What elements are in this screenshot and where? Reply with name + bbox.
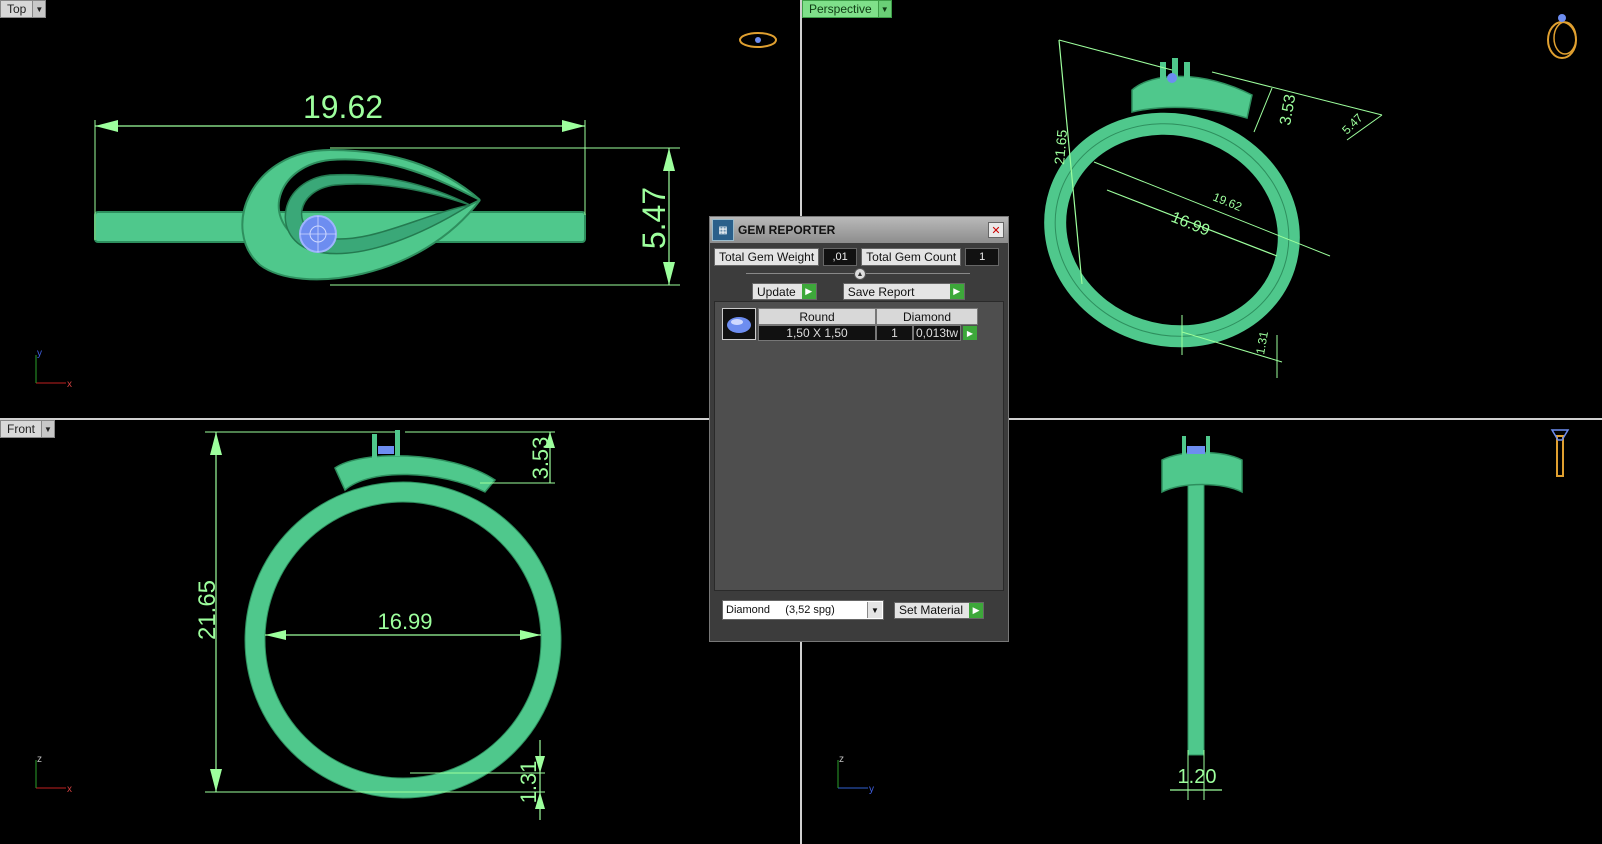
- gem-size: 1,50 X 1,50: [758, 325, 876, 341]
- dim-front-diameter: 16.99: [377, 609, 432, 634]
- gem-list: Round Diamond 1,50 X 1,50 1 0,013tw ▶: [714, 301, 1004, 591]
- total-gem-weight-value: ,01: [823, 248, 858, 266]
- dim-front-height: 21.65: [194, 580, 221, 640]
- update-button[interactable]: Update ▶: [752, 283, 817, 300]
- dim-persp-shank: 1.31: [1253, 330, 1271, 356]
- dim-front-top: 3.53: [528, 437, 553, 480]
- save-report-button[interactable]: Save Report ▶: [842, 283, 965, 300]
- collapse-handle[interactable]: ▲: [854, 268, 866, 280]
- svg-text:z: z: [839, 754, 844, 765]
- gem-reporter-titlebar[interactable]: ▦ GEM REPORTER ✕: [710, 217, 1008, 243]
- gem-weight: 0,013tw ▶: [913, 325, 977, 341]
- svg-text:x: x: [67, 784, 72, 795]
- go-arrow-icon[interactable]: ▶: [963, 326, 977, 340]
- ring-side-icon: [1550, 429, 1570, 477]
- gem-reporter-panel: ▦ GEM REPORTER ✕ Total Gem Weight ,01 To…: [709, 216, 1009, 642]
- svg-text:x: x: [67, 379, 72, 390]
- material-select[interactable]: Diamond (3,52 spg) ▼: [722, 600, 884, 620]
- go-arrow-icon: ▶: [801, 284, 816, 299]
- dim-persp-top: 3.53: [1277, 93, 1299, 127]
- front-view-drawing: 21.65 16.99 3.53 1.31 x z: [35, 430, 562, 820]
- go-arrow-icon: ▶: [949, 284, 964, 299]
- viewport-front[interactable]: Front ▼ 21.65 16.99 3.53 1.31 x z: [0, 420, 800, 844]
- gem-thumbnail-icon[interactable]: [722, 308, 756, 340]
- svg-text:y: y: [869, 784, 874, 795]
- gem-col-shape: Round: [758, 308, 876, 325]
- total-gem-count-label: Total Gem Count: [861, 248, 962, 266]
- ring-top-icon: [739, 32, 777, 48]
- gem-reporter-icon: ▦: [712, 219, 734, 241]
- svg-text:y: y: [37, 348, 42, 359]
- go-arrow-icon: ▶: [969, 602, 984, 618]
- gem-col-material: Diamond: [876, 308, 978, 325]
- dim-persp-diameter: 16.99: [1169, 209, 1213, 240]
- top-view-drawing: 19.62 5.47 x y: [35, 32, 777, 390]
- total-gem-count-value: 1: [965, 248, 1000, 266]
- gem-reporter-title: GEM REPORTER: [738, 223, 836, 237]
- viewport-top[interactable]: Top ▼ 19.62 5.47 x y: [0, 0, 800, 418]
- svg-text:z: z: [37, 754, 42, 765]
- total-gem-weight-label: Total Gem Weight: [714, 248, 820, 266]
- gem-count: 1: [876, 325, 913, 341]
- dim-top-length: 19.62: [303, 89, 383, 125]
- dim-persp-height: 21.65: [1051, 129, 1070, 166]
- ring-perspective-icon: [1547, 14, 1577, 59]
- close-icon[interactable]: ✕: [988, 222, 1004, 238]
- dim-front-shank: 1.31: [516, 761, 541, 804]
- dim-persp-width: 5.47: [1339, 110, 1366, 137]
- dim-top-width: 5.47: [636, 187, 672, 249]
- set-material-button[interactable]: Set Material ▶: [894, 601, 985, 619]
- dim-right-shank-width: 1.20: [1178, 766, 1217, 788]
- chevron-down-icon: ▼: [867, 602, 882, 618]
